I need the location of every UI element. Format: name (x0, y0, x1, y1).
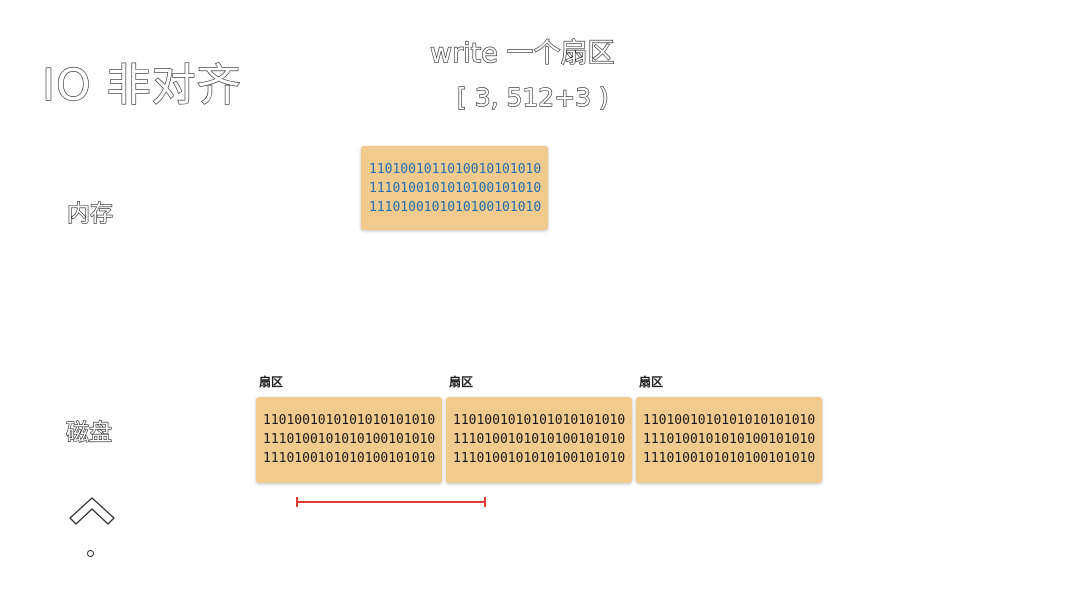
memory-bits-line: 1110100101010100101010 (369, 200, 542, 215)
up-chevron-icon[interactable] (66, 492, 118, 528)
sector-bits-line: 1101001010101010101010 (643, 413, 816, 428)
disk-sector-2: 1101001010101010101010 11101001010101001… (446, 397, 632, 483)
memory-block: 1101001011010010101010 11101001010101001… (361, 146, 548, 230)
sector-bits-line: 1110100101010100101010 (643, 432, 816, 447)
disk-sector-3: 1101001010101010101010 11101001010101001… (636, 397, 822, 483)
page-title: IO 非对齐 (41, 60, 242, 111)
sector-bits-line: 1110100101010100101010 (643, 451, 816, 466)
write-range-marker (296, 497, 486, 507)
sector-bits-line: 1110100101010100101010 (263, 432, 436, 447)
memory-label: 内存 (66, 201, 113, 227)
indicator-dot (87, 550, 94, 557)
operation-description: write 一个扇区 (429, 38, 615, 69)
sector-bits-line: 1101001010101010101010 (453, 413, 626, 428)
memory-bits-line: 1110100101010100101010 (369, 181, 542, 196)
sector-bits-line: 1110100101010100101010 (263, 451, 436, 466)
sector-label: 扇区 (449, 375, 474, 389)
disk-label: 磁盘 (65, 420, 112, 446)
sector-label: 扇区 (259, 375, 284, 389)
sector-bits-line: 1101001010101010101010 (263, 413, 436, 428)
disk-sector-1: 1101001010101010101010 11101001010101001… (256, 397, 442, 483)
operation-range: [ 3, 512+3 ) (456, 83, 609, 112)
memory-bits-line: 1101001011010010101010 (369, 162, 542, 177)
sector-label: 扇区 (639, 375, 664, 389)
sector-bits-line: 1110100101010100101010 (453, 432, 626, 447)
sector-bits-line: 1110100101010100101010 (453, 451, 626, 466)
